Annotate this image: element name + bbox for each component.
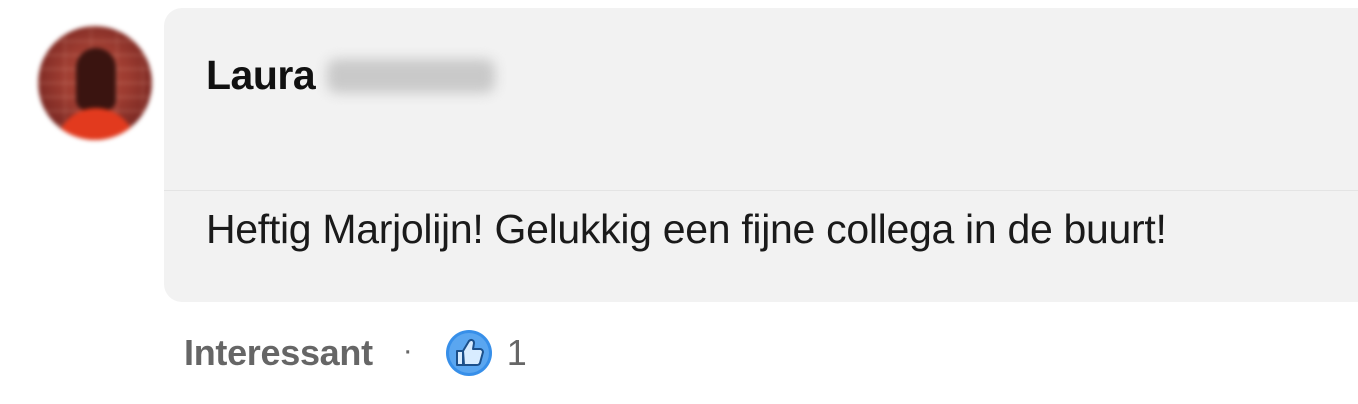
avatar[interactable]	[38, 26, 152, 140]
comment-text: Heftig Marjolijn! Gelukkig een fijne col…	[206, 206, 1167, 252]
react-button[interactable]: Interessant	[184, 332, 373, 374]
bubble-divider	[164, 190, 1358, 191]
author-name[interactable]: Laura	[206, 52, 316, 99]
avatar-figure	[76, 48, 116, 110]
comment-bubble: Laura Heftig Marjolijn! Gelukkig een fij…	[164, 8, 1358, 302]
comment-item: Laura Heftig Marjolijn! Gelukkig een fij…	[0, 0, 1358, 404]
comment-actions: Interessant · 1	[184, 330, 527, 376]
thumbs-up-icon[interactable]	[445, 329, 493, 377]
comment-author[interactable]: Laura	[206, 52, 496, 99]
separator-dot: ·	[402, 334, 413, 367]
author-last-name-redacted	[327, 58, 496, 93]
reaction-count[interactable]: 1	[507, 332, 527, 374]
